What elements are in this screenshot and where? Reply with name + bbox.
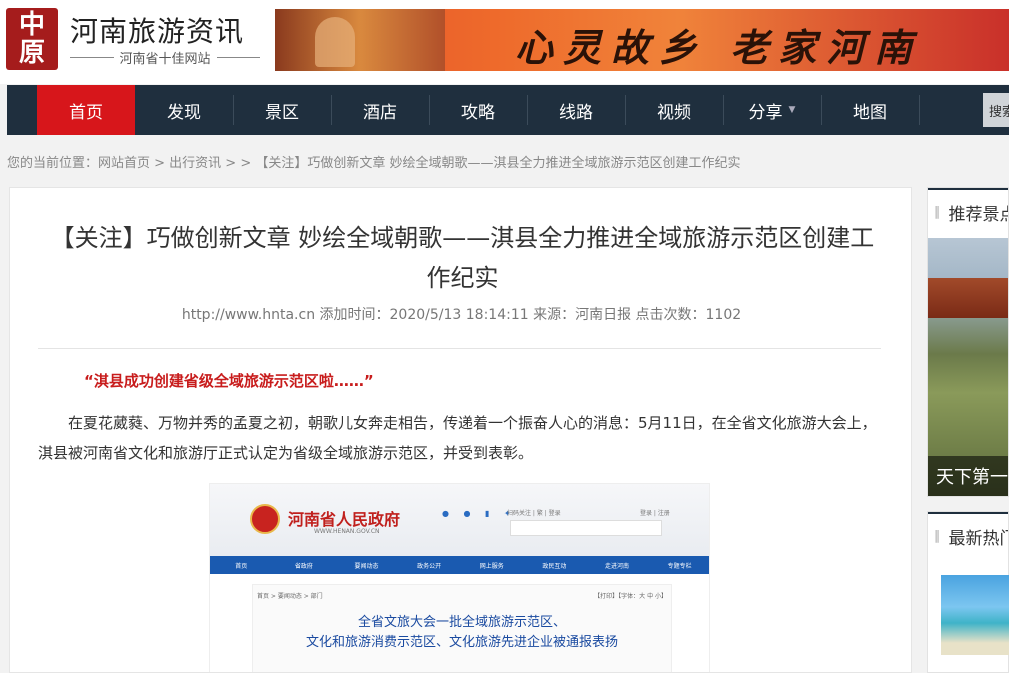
logo-char-1: 中	[18, 10, 45, 40]
nav-item-scenic[interactable]: 景区	[233, 85, 331, 135]
nav-label: 酒店	[363, 102, 397, 123]
latest-title: 最新热门	[948, 528, 1009, 549]
site-logo[interactable]: 中 原	[6, 8, 58, 70]
subtitle-line-right	[216, 57, 261, 58]
nav-label: 地图	[853, 102, 887, 123]
search-input[interactable]: 搜索	[983, 93, 1009, 127]
article-divider	[38, 348, 881, 349]
site-subtitle-text: 河南省十佳网站	[119, 52, 211, 67]
image-nav-item: 首页	[235, 562, 248, 570]
nav-item-video[interactable]: 视频	[625, 85, 723, 135]
header-banner[interactable]: 心灵故乡 老家河南	[275, 9, 1009, 71]
image-search-box	[510, 520, 662, 536]
article-paragraph: 在夏花葳蕤、万物并秀的孟夏之初，朝歌儿女奔走相告，传递着一个振奋人心的消息：5月…	[38, 414, 877, 462]
nav-item-guide[interactable]: 攻略	[429, 85, 527, 135]
nav-label: 首页	[69, 102, 103, 123]
breadcrumb: 您的当前位置：网站首页 > 出行资讯 > > 【关注】巧做创新文章 妙绘全域朝歌…	[7, 156, 741, 171]
image-nav-item: 政务公开	[417, 562, 442, 570]
nav-item-home[interactable]: 首页	[37, 85, 135, 135]
image-gov-url: WWW.HENAN.GOV.CN	[314, 528, 380, 535]
site-header: 中 原 河南旅游资讯 河南省十佳网站 心灵故乡 老家河南	[0, 0, 1009, 84]
article-image: 河南省人民政府 WWW.HENAN.GOV.CN ● ● ▮ ✦ 扫码关注 | …	[209, 483, 710, 672]
recommend-heading: ∥ 推荐景点	[928, 188, 1009, 234]
nav-divider	[919, 95, 920, 125]
image-nav-item: 网上服务	[479, 562, 504, 570]
banner-statue-image	[275, 9, 445, 71]
recommend-title: 推荐景点	[948, 204, 1009, 225]
nav-item-share[interactable]: 分享 ▼	[723, 85, 821, 135]
image-nav-item: 走进河南	[605, 562, 630, 570]
article-meta: http://www.hnta.cn 添加时间：2020/5/13 18:14:…	[181, 307, 742, 323]
article-title: 【关注】巧做创新文章 妙绘全域朝歌——淇县全力推进全域旅游示范区创建工作纪实	[50, 224, 875, 292]
image-nav-item: 政民互动	[542, 562, 567, 570]
image-headline: 全省文旅大会一批全域旅游示范区、 文化和旅游消费示范区、文化旅游先进企业被通报表…	[253, 613, 671, 653]
nav-label: 视频	[657, 102, 691, 123]
subtitle-line-left	[70, 57, 114, 58]
emblem-icon	[250, 504, 280, 534]
image-nav-item: 要闻动态	[354, 562, 379, 570]
image-top-links: 扫码关注 | 繁 | 登录	[507, 510, 561, 517]
site-subtitle: 河南省十佳网站	[70, 48, 261, 67]
image-nav: 首页 省政府 要闻动态 政务公开 网上服务 政民互动 走进河南 专题专栏	[210, 556, 709, 574]
article-quote: “淇县成功创建省级全域旅游示范区啦……”	[84, 372, 374, 390]
nav-item-hotel[interactable]: 酒店	[331, 85, 429, 135]
recommend-caption: 天下第一	[928, 456, 1008, 496]
nav-item-map[interactable]: 地图	[821, 85, 919, 135]
image-top-links-right: 登录 | 注册	[640, 510, 670, 517]
temple-roof-image	[928, 278, 1008, 318]
logo-char-2: 原	[18, 38, 45, 68]
banner-slogan: 心灵故乡 老家河南	[515, 25, 923, 70]
main-nav: 首页 发现 景区 酒店 攻略 线路 视频 分享 ▼ 地图 搜索	[7, 85, 1009, 135]
latest-thumbnail[interactable]	[941, 575, 1009, 655]
heading-marker-icon: ∥	[934, 204, 941, 220]
article-panel: 【关注】巧做创新文章 妙绘全域朝歌——淇县全力推进全域旅游示范区创建工作纪实 h…	[9, 187, 912, 673]
nav-label: 景区	[265, 102, 299, 123]
nav-label: 发现	[167, 102, 201, 123]
right-sidebar: ∥ 推荐景点 天下第一 ∥ 最新热门	[927, 187, 1009, 673]
nav-label: 攻略	[461, 102, 495, 123]
recommend-box: ∥ 推荐景点 天下第一	[927, 187, 1009, 497]
heading-marker-icon: ∥	[934, 528, 941, 544]
image-headline-line-1: 全省文旅大会一批全域旅游示范区、	[357, 615, 566, 630]
chevron-down-icon: ▼	[788, 105, 796, 115]
image-nav-item: 省政府	[294, 562, 313, 570]
nav-label: 分享	[748, 102, 783, 123]
nav-item-discover[interactable]: 发现	[135, 85, 233, 135]
image-tools: 【打印】【字体：大 中 小】	[594, 593, 667, 600]
image-body: 首页 > 要闻动态 > 部门 【打印】【字体：大 中 小】 全省文旅大会一批全域…	[252, 584, 672, 672]
nav-item-routes[interactable]: 线路	[527, 85, 625, 135]
image-crumb: 首页 > 要闻动态 > 部门	[257, 593, 323, 600]
image-gov-title: 河南省人民政府	[288, 510, 401, 529]
image-headline-line-2: 文化和旅游消费示范区、文化旅游先进企业被通报表扬	[305, 635, 618, 650]
recommend-image[interactable]: 天下第一	[928, 238, 1008, 496]
image-nav-item: 专题专栏	[667, 562, 692, 570]
latest-heading: ∥ 最新热门	[928, 512, 1009, 558]
site-title[interactable]: 河南旅游资讯	[70, 10, 244, 50]
social-icons: ● ● ▮ ✦	[442, 509, 517, 518]
nav-label: 线路	[559, 102, 593, 123]
